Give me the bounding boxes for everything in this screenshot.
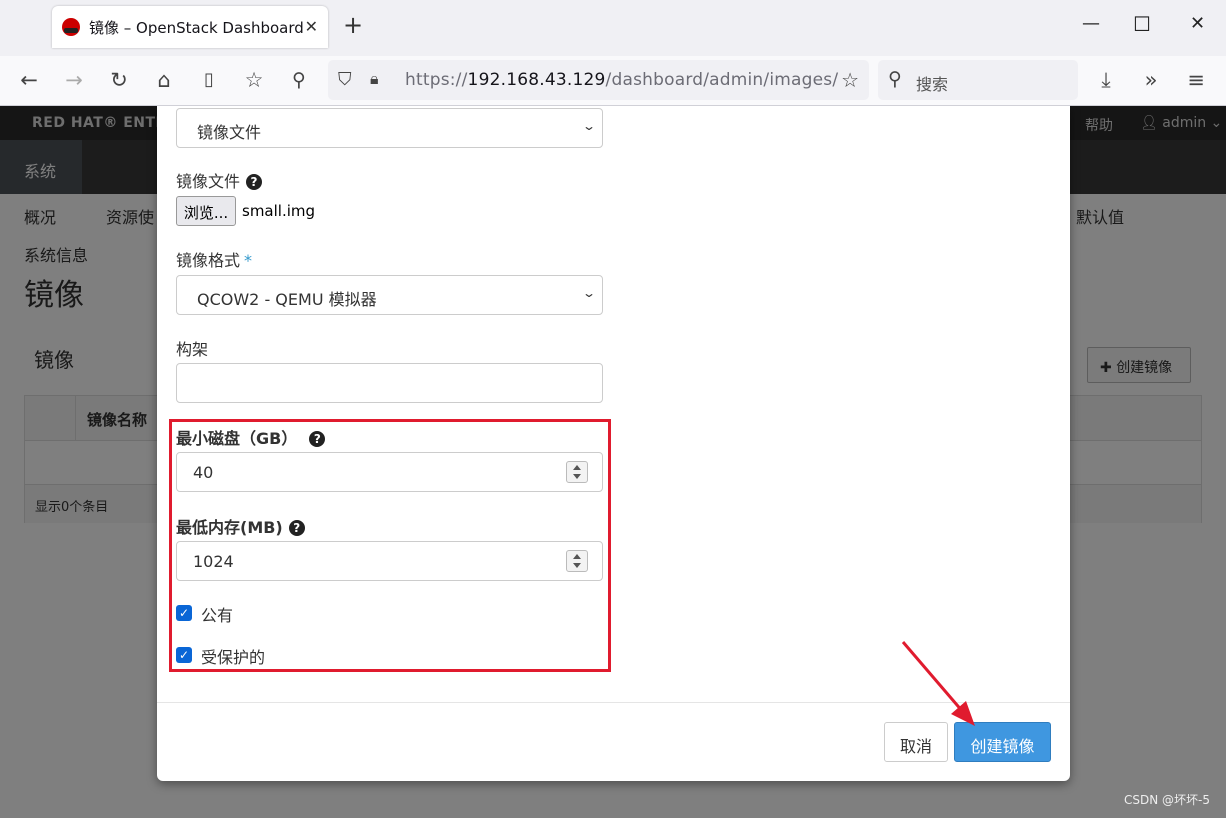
watermark: CSDN @坏坏-5 [1124, 793, 1210, 807]
bookmark-star-icon[interactable]: ☆ [841, 68, 859, 92]
forward-icon[interactable]: → [60, 68, 88, 92]
reader-view-icon[interactable]: ▯ [195, 68, 223, 92]
overflow-chevron-icon[interactable]: » [1137, 68, 1165, 92]
create-image-submit-button[interactable]: 创建镜像 [954, 722, 1051, 762]
reload-icon[interactable]: ↻ [105, 68, 133, 92]
modal-footer-divider [157, 702, 1070, 703]
browser-nav-bar: ← → ↻ ⌂ ▯ ☆ ⚲ ⛉ 🔒︎ https://192.168.43.12… [0, 56, 1226, 106]
redhat-favicon-icon [62, 18, 80, 36]
image-format-label: 镜像格式 * [176, 251, 253, 270]
help-icon[interactable]: ? [246, 174, 263, 190]
back-icon[interactable]: ← [15, 68, 43, 92]
image-format-select[interactable]: QCOW2 - QEMU 模拟器 ⌄ [176, 275, 603, 315]
architecture-label: 构架 [176, 340, 209, 359]
page-content: RED HAT® ENTER 帮助 👤︎ admin ⌄ 系统 概况 资源使 默… [0, 106, 1226, 818]
new-tab-icon[interactable]: + [343, 13, 363, 37]
downloads-icon[interactable]: ⤓ [1092, 68, 1120, 92]
search-icon: ⚲ [888, 68, 902, 90]
search-placeholder: 搜索 [916, 75, 949, 94]
image-file-label: 镜像文件? [176, 168, 263, 192]
url-text[interactable]: https://192.168.43.129/dashboard/admin/i… [405, 70, 838, 90]
close-window-icon[interactable]: ✕ [1190, 14, 1205, 34]
browser-tab-bar: 镜像 – OpenStack Dashboard ✕ + — ☐ ✕ [0, 0, 1226, 56]
selected-file-name: small.img [242, 202, 316, 220]
lock-icon[interactable]: 🔒︎ [370, 69, 379, 89]
browser-tab[interactable]: 镜像 – OpenStack Dashboard ✕ [52, 6, 328, 48]
highlight-annotation-box [169, 419, 611, 672]
minimize-icon[interactable]: — [1082, 14, 1100, 34]
search-icon[interactable]: ⚲ [285, 68, 313, 92]
tracking-shield-icon[interactable]: ⛉ [338, 69, 352, 90]
chevron-down-icon: ⌄ [581, 119, 597, 133]
browse-button[interactable]: 浏览... [176, 196, 236, 226]
close-tab-icon[interactable]: ✕ [305, 17, 318, 36]
architecture-input[interactable] [176, 363, 603, 403]
menu-icon[interactable]: ≡ [1182, 68, 1210, 92]
cancel-button[interactable]: 取消 [884, 722, 948, 762]
url-bar[interactable]: ⛉ 🔒︎ https://192.168.43.129/dashboard/ad… [328, 60, 869, 100]
image-source-select[interactable]: 镜像文件 ⌄ [176, 108, 603, 148]
tab-title: 镜像 – OpenStack Dashboard [89, 18, 304, 37]
home-icon[interactable]: ⌂ [150, 68, 178, 92]
bookmark-page-icon[interactable]: ☆ [240, 68, 268, 92]
chevron-down-icon: ⌄ [581, 286, 597, 300]
maximize-icon[interactable]: ☐ [1133, 14, 1151, 34]
create-image-modal: 镜像文件 ⌄ 镜像文件? 浏览... small.img 镜像格式 * QCOW2… [157, 106, 1070, 781]
search-bar[interactable]: ⚲ 搜索 [878, 60, 1078, 100]
